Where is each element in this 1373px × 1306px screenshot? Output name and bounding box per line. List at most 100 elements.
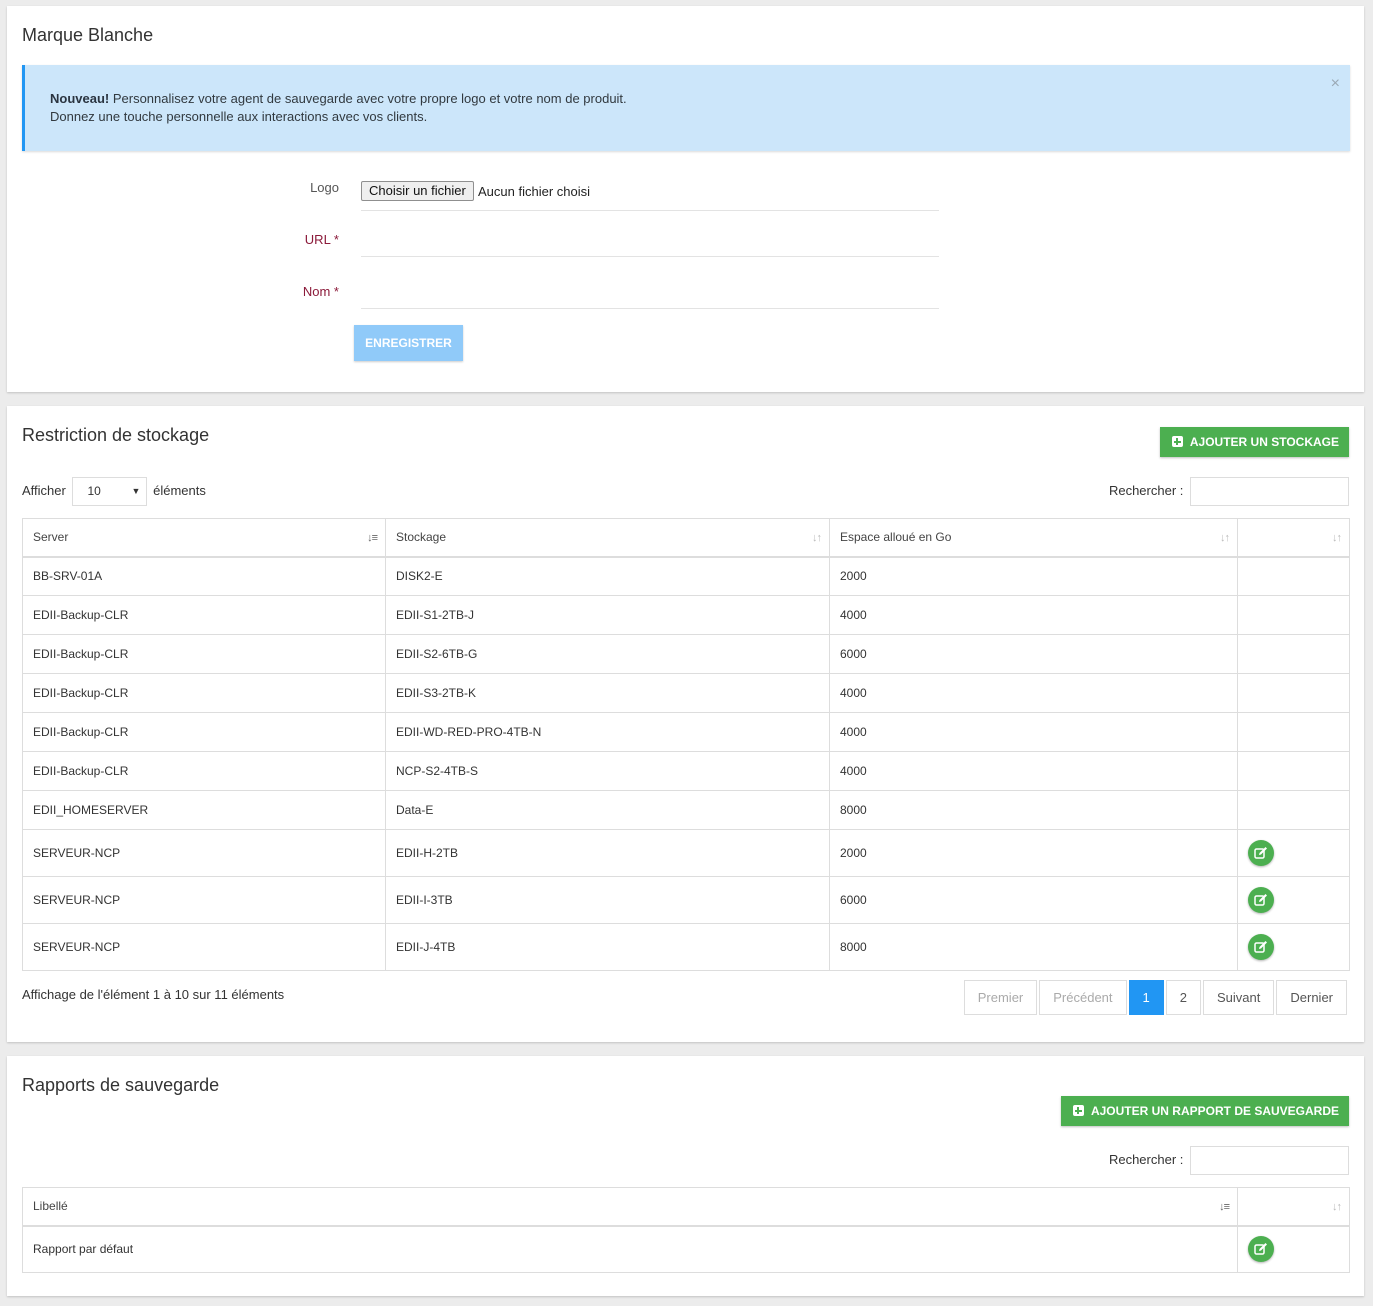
- white-label-title: Marque Blanche: [22, 25, 154, 45]
- cell-space: 6000: [829, 876, 1238, 924]
- sort-icon: ↓↑: [1332, 1201, 1342, 1213]
- edit-icon[interactable]: [1248, 934, 1274, 960]
- storage-search-label: Rechercher :: [1108, 482, 1184, 498]
- cell-storage: EDII-S3-2TB-K: [385, 673, 830, 713]
- page-2[interactable]: 2: [1165, 980, 1201, 1015]
- reports-table: Libellé ↓≡ ↓↑ Rapport par défaut: [22, 1187, 1350, 1273]
- table-row: EDII-Backup-CLR NCP-S2-4TB-S 4000: [22, 751, 1350, 791]
- page-last[interactable]: Dernier: [1276, 980, 1347, 1015]
- name-input[interactable]: [361, 269, 939, 307]
- cell-storage: EDII-WD-RED-PRO-4TB-N: [385, 712, 830, 752]
- table-row: Rapport par défaut: [22, 1225, 1350, 1273]
- add-report-label: AJOUTER UN RAPPORT DE SAUVEGARDE: [1090, 1104, 1339, 1118]
- cell-space: 6000: [829, 634, 1238, 674]
- save-button[interactable]: ENREGISTRER: [354, 325, 463, 361]
- caret-down-icon: ▼: [131, 486, 141, 496]
- col-label-label: Libellé: [33, 1199, 68, 1214]
- cell-storage: NCP-S2-4TB-S: [385, 751, 830, 791]
- logo-field: Choisir un fichier Aucun fichier choisi: [361, 171, 939, 211]
- cell-label: Rapport par défaut: [22, 1225, 1238, 1273]
- name-label: Nom *: [302, 284, 339, 299]
- cell-actions: [1237, 673, 1350, 713]
- logo-row: Logo Choisir un fichier Aucun fichier ch…: [7, 171, 1364, 223]
- cell-storage: EDII-S2-6TB-G: [385, 634, 830, 674]
- sort-icon: ↓↑: [812, 532, 822, 544]
- page-next[interactable]: Suivant: [1203, 980, 1275, 1015]
- cell-storage: EDII-J-4TB: [385, 923, 830, 971]
- cell-actions: [1237, 829, 1350, 877]
- cell-space: 2000: [829, 556, 1238, 596]
- alert-line-1: Nouveau! Personnalisez votre agent de sa…: [50, 90, 1350, 108]
- storage-search-input[interactable]: [1190, 477, 1349, 506]
- sort-asc-icon: ↓≡: [1219, 1201, 1230, 1213]
- add-report-button[interactable]: AJOUTER UN RAPPORT DE SAUVEGARDE: [1060, 1096, 1349, 1126]
- storage-search: Rechercher :: [1109, 477, 1349, 506]
- storage-table: Server ↓≡ Stockage ↓↑ Espace alloué en Go ↓…: [22, 518, 1350, 971]
- storage-card: Restriction de stockage AJOUTER UN STOCK…: [7, 406, 1364, 1042]
- cell-space: 2000: [829, 829, 1238, 877]
- table-row: SERVEUR-NCP EDII-J-4TB 8000: [22, 923, 1350, 971]
- storage-title: Restriction de stockage: [22, 425, 210, 445]
- cell-actions: [1237, 790, 1350, 830]
- url-field-wrap: [361, 217, 939, 257]
- page-length-value: 10: [87, 484, 101, 498]
- edit-icon[interactable]: [1248, 1236, 1274, 1263]
- reports-title: Rapports de sauvegarde: [22, 1075, 220, 1095]
- reports-search-input[interactable]: [1190, 1146, 1349, 1175]
- cell-server: EDII-Backup-CLR: [22, 595, 386, 635]
- sort-asc-icon: ↓≡: [367, 532, 378, 544]
- col-space-label: Espace alloué en Go: [840, 530, 952, 545]
- cell-actions: [1237, 923, 1350, 971]
- cell-storage: DISK2-E: [385, 556, 830, 596]
- pagination: Premier Précédent 1 2 Suivant Dernier: [962, 980, 1347, 1015]
- choose-file-button[interactable]: Choisir un fichier: [361, 181, 474, 201]
- plus-square-icon: [1171, 436, 1183, 447]
- storage-header-row: Server ↓≡ Stockage ↓↑ Espace alloué en Go ↓…: [22, 518, 1350, 558]
- col-label[interactable]: Libellé ↓≡: [22, 1187, 1238, 1227]
- show-suffix: éléments: [153, 482, 206, 498]
- page-1[interactable]: 1: [1128, 980, 1164, 1015]
- cell-actions: [1237, 1225, 1350, 1273]
- cell-actions: [1237, 876, 1350, 924]
- cell-actions: [1237, 595, 1350, 635]
- plus-square-icon: [1072, 1105, 1084, 1116]
- col-space[interactable]: Espace alloué en Go ↓↑: [829, 518, 1238, 558]
- file-status: Aucun fichier choisi: [478, 184, 590, 199]
- col-storage[interactable]: Stockage ↓↑: [385, 518, 830, 558]
- col-server-label: Server: [33, 530, 69, 545]
- col-actions[interactable]: ↓↑: [1237, 518, 1350, 558]
- alert-close-icon[interactable]: ×: [1331, 75, 1340, 93]
- url-label: URL *: [304, 232, 339, 247]
- cell-storage: EDII-S1-2TB-J: [385, 595, 830, 635]
- alert-strong: Nouveau!: [50, 91, 110, 106]
- url-input[interactable]: [361, 217, 939, 255]
- cell-space: 4000: [829, 673, 1238, 713]
- sort-icon: ↓↑: [1220, 532, 1230, 544]
- table-row: EDII-Backup-CLR EDII-S3-2TB-K 4000: [22, 673, 1350, 713]
- col-server[interactable]: Server ↓≡: [22, 518, 386, 558]
- col-report-actions[interactable]: ↓↑: [1237, 1187, 1350, 1227]
- cell-server: EDII-Backup-CLR: [22, 712, 386, 752]
- table-row: EDII-Backup-CLR EDII-S1-2TB-J 4000: [22, 595, 1350, 635]
- sort-icon: ↓↑: [1332, 532, 1342, 544]
- add-storage-label: AJOUTER UN STOCKAGE: [1189, 435, 1339, 449]
- page-prev[interactable]: Précédent: [1039, 980, 1127, 1015]
- reports-header-row: Libellé ↓≡ ↓↑: [22, 1187, 1350, 1227]
- cell-space: 4000: [829, 712, 1238, 752]
- cell-server: SERVEUR-NCP: [22, 923, 386, 971]
- page-first[interactable]: Premier: [963, 980, 1038, 1015]
- add-storage-button[interactable]: AJOUTER UN STOCKAGE: [1159, 427, 1349, 457]
- table-row: BB-SRV-01A DISK2-E 2000: [22, 556, 1350, 596]
- edit-icon[interactable]: [1248, 887, 1274, 913]
- table-row: EDII-Backup-CLR EDII-WD-RED-PRO-4TB-N 4000: [22, 712, 1350, 752]
- white-label-card: Marque Blanche × Nouveau! Personnalisez …: [7, 6, 1364, 392]
- cell-server: SERVEUR-NCP: [22, 829, 386, 877]
- cell-space: 8000: [829, 923, 1238, 971]
- page-length: Afficher 10 ▼ éléments: [22, 477, 206, 506]
- cell-space: 4000: [829, 751, 1238, 791]
- page-length-select[interactable]: 10 ▼: [72, 477, 148, 506]
- url-row: URL *: [7, 217, 1364, 269]
- cell-server: EDII-Backup-CLR: [22, 673, 386, 713]
- table-row: SERVEUR-NCP EDII-H-2TB 2000: [22, 829, 1350, 877]
- edit-icon[interactable]: [1248, 840, 1274, 866]
